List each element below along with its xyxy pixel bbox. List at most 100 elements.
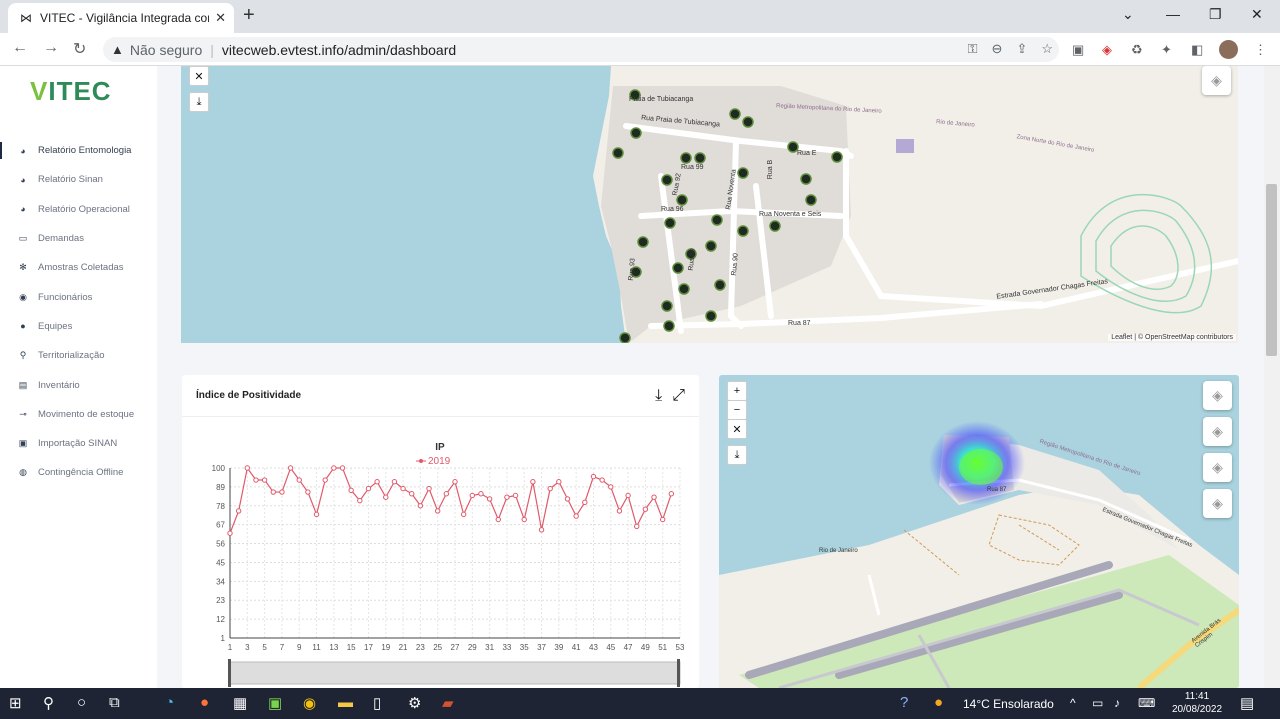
- data-point[interactable]: [495, 516, 501, 523]
- data-point[interactable]: [443, 491, 450, 497]
- vitec-logo[interactable]: VITEC: [30, 76, 112, 107]
- edge-icon[interactable]: ◔: [165, 694, 174, 711]
- data-point[interactable]: [469, 492, 476, 499]
- data-point[interactable]: [659, 516, 666, 523]
- data-point[interactable]: [642, 506, 649, 512]
- keyboard-icon[interactable]: ⌨: [1138, 696, 1155, 710]
- settings-icon[interactable]: ⚙: [408, 694, 421, 712]
- sidebar-item-demandas[interactable]: ▭ Demandas: [0, 224, 157, 253]
- tab-close-icon[interactable]: ✕: [215, 10, 226, 26]
- data-point[interactable]: [365, 485, 372, 492]
- data-point[interactable]: [253, 477, 259, 483]
- data-point[interactable]: [504, 494, 510, 500]
- zoom-out-button[interactable]: −: [727, 400, 747, 420]
- sidebar-item-territorializacao[interactable]: ⚲ Territorialização: [0, 341, 157, 370]
- windows-start-icon[interactable]: ⊞: [9, 694, 22, 712]
- data-point[interactable]: [374, 479, 380, 485]
- search-icon[interactable]: ⚲: [43, 694, 54, 712]
- reload-icon[interactable]: ↻: [73, 39, 86, 59]
- download-icon[interactable]: ⤓: [189, 92, 209, 112]
- sidebar-item-contingencia-offline[interactable]: ◍ Contingência Offline: [0, 458, 157, 487]
- download-icon[interactable]: ⤓: [655, 387, 662, 405]
- layers-icon[interactable]: ◈: [1202, 66, 1231, 95]
- tray-chevron-icon[interactable]: ^: [1070, 696, 1076, 710]
- data-point[interactable]: [538, 527, 545, 533]
- chart-legend[interactable]: 2019: [416, 456, 451, 467]
- data-point[interactable]: [348, 487, 354, 494]
- data-point[interactable]: [261, 477, 268, 483]
- maximize-icon[interactable]: ❐: [1209, 6, 1222, 23]
- data-point[interactable]: [417, 503, 424, 509]
- data-point[interactable]: [235, 508, 242, 514]
- data-point[interactable]: [383, 494, 389, 500]
- sidebar-item-relatorio-entomologia[interactable]: ◕ Relatório Entomologia: [0, 136, 157, 165]
- download-icon[interactable]: ⤓: [727, 445, 747, 465]
- data-point[interactable]: [512, 492, 519, 499]
- data-point[interactable]: [556, 479, 562, 485]
- clock[interactable]: 11:41 20/08/2022: [1172, 690, 1222, 716]
- layers-icon[interactable]: ◈: [1203, 381, 1232, 410]
- sidebar-item-inventario[interactable]: ▤ Inventário: [0, 370, 157, 399]
- zoom-in-button[interactable]: +: [727, 381, 747, 401]
- data-point[interactable]: [313, 511, 320, 518]
- data-point[interactable]: [322, 477, 328, 483]
- address-bar[interactable]: ▲ Não seguro | vitecweb.evtest.info/admi…: [103, 37, 1059, 62]
- sidebar-item-relatorio-sinan[interactable]: ◕ Relatório Sinan: [0, 165, 157, 194]
- data-point[interactable]: [460, 511, 467, 518]
- sidebar-item-funcionarios[interactable]: ◉ Funcionários: [0, 282, 157, 311]
- data-point[interactable]: [608, 484, 614, 490]
- firefox-icon[interactable]: ●: [200, 694, 209, 711]
- notifications-icon[interactable]: ▤: [1240, 694, 1254, 712]
- data-point[interactable]: [486, 496, 493, 502]
- sidebar-item-relatorio-operacional[interactable]: ◕ Relatório Operacional: [0, 195, 157, 224]
- page-scrollbar[interactable]: [1264, 66, 1280, 688]
- share-icon[interactable]: ⇪: [1016, 41, 1027, 57]
- key-icon[interactable]: ⚿: [968, 41, 978, 57]
- data-point[interactable]: [625, 492, 631, 499]
- data-point[interactable]: [244, 465, 251, 471]
- zoom-icon[interactable]: ⊖: [992, 41, 1003, 57]
- back-icon[interactable]: ←: [12, 39, 28, 57]
- sidebar-item-importacao-sinan[interactable]: ▣ Importação SINAN: [0, 429, 157, 458]
- data-point[interactable]: [478, 491, 484, 497]
- sidebar-item-movimento-de-estoque[interactable]: ⊸ Movimento de estoque: [0, 400, 157, 429]
- layers-icon[interactable]: ◈: [1203, 453, 1232, 482]
- heat-map[interactable]: Região Metropolitana do Rio de Janeiro E…: [719, 375, 1239, 688]
- scrollbar-thumb[interactable]: [1266, 184, 1277, 356]
- sidebar-item-amostras-coletadas[interactable]: ✻ Amostras Coletadas: [0, 253, 157, 282]
- window-close-icon[interactable]: ✕: [1251, 6, 1263, 23]
- weather-text[interactable]: 14°C Ensolarado: [963, 697, 1054, 711]
- data-point[interactable]: [651, 494, 657, 500]
- minimize-icon[interactable]: —: [1166, 6, 1180, 22]
- data-point[interactable]: [590, 473, 597, 480]
- extension-screen-icon[interactable]: ▣: [1072, 42, 1084, 58]
- data-point[interactable]: [227, 530, 233, 536]
- data-point[interactable]: [582, 499, 588, 506]
- data-point[interactable]: [668, 491, 675, 497]
- file-explorer-icon[interactable]: ▬: [338, 694, 353, 711]
- data-point[interactable]: [296, 477, 302, 483]
- data-point[interactable]: [357, 497, 363, 504]
- browser-tab[interactable]: ⋈ VITEC - Vigilância Integrada com ✕: [8, 3, 234, 33]
- extension-recycle-icon[interactable]: ♻: [1131, 42, 1143, 58]
- data-point[interactable]: [400, 485, 406, 492]
- task-view-icon[interactable]: ⧉: [109, 694, 120, 711]
- fullscreen-icon[interactable]: ✕: [189, 66, 209, 86]
- sidebar-item-equipes[interactable]: ● Equipes: [0, 312, 157, 341]
- data-point[interactable]: [391, 479, 398, 485]
- fullscreen-icon[interactable]: ⤢: [672, 387, 685, 405]
- notepad-icon[interactable]: ▯: [373, 694, 381, 712]
- help-icon[interactable]: ?: [900, 694, 908, 711]
- zoom-slider[interactable]: [229, 661, 681, 685]
- tab-search-icon[interactable]: ⌄: [1122, 6, 1134, 23]
- data-point[interactable]: [434, 508, 441, 514]
- data-point[interactable]: [279, 489, 285, 495]
- star-icon[interactable]: ☆: [1041, 41, 1053, 57]
- data-point[interactable]: [287, 465, 294, 471]
- menu-icon[interactable]: ⋮: [1254, 42, 1267, 58]
- data-point[interactable]: [452, 479, 458, 485]
- zoom-slider-handle-right[interactable]: [677, 659, 680, 687]
- network-icon[interactable]: ▭: [1092, 696, 1103, 710]
- zoom-slider-handle-left[interactable]: [228, 659, 231, 687]
- fullscreen-icon[interactable]: ✕: [727, 419, 747, 439]
